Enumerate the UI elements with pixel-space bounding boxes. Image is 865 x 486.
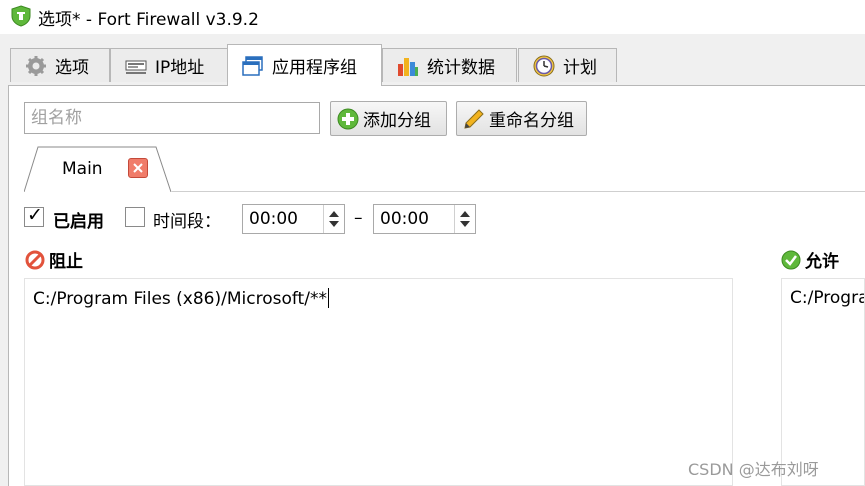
main-tab-bar: 选项 IP地址 应用程序组 统计数据 计划 [0,34,865,86]
rename-group-label: 重命名分组 [489,111,574,131]
tab-ip-address[interactable]: IP地址 [110,48,228,82]
tab-options[interactable]: 选项 [10,48,110,82]
allow-apps-editor[interactable]: C:/Program Files (x86)/Microsoft/** [781,278,865,486]
group-tab-divider [172,191,865,192]
tab-statistics[interactable]: 统计数据 [382,48,517,82]
text-caret [327,288,329,308]
enabled-label: 已启用 [53,212,104,232]
block-icon [25,250,45,269]
pencil-icon [464,108,484,129]
tab-ip-address-label: IP地址 [155,58,205,78]
tab-statistics-label: 统计数据 [427,58,495,78]
group-tab-label: Main [62,159,103,179]
check-mark-icon: ✓ [27,204,43,226]
ip-address-icon [125,60,147,74]
time-to-spinbox[interactable]: 00:00 [373,204,476,234]
close-icon [133,163,143,173]
period-checkbox[interactable] [125,207,145,227]
arrow-down-icon [329,221,339,227]
group-tab-main[interactable]: Main [24,146,172,192]
allow-label: 允许 [805,252,839,272]
time-to-stepper[interactable] [454,205,475,233]
arrow-down-icon [460,221,470,227]
add-group-label: 添加分组 [363,111,431,131]
tab-schedule[interactable]: 计划 [518,48,617,82]
time-from-value: 00:00 [249,209,298,229]
gear-icon [26,55,46,76]
watermark: CSDN @达布刘呀 [688,460,819,479]
add-group-button[interactable]: 添加分组 [330,101,447,136]
block-label: 阻止 [49,252,83,272]
allow-section-label: 允许 [781,247,839,272]
check-circle-icon [781,250,801,269]
arrow-up-icon [329,211,339,217]
window-title: 选项* - Fort Firewall v3.9.2 [38,10,259,30]
group-name-input[interactable] [24,102,320,134]
rename-group-button[interactable]: 重命名分组 [456,101,587,136]
tab-options-label: 选项 [55,58,89,78]
plus-circle-icon [337,108,359,129]
fort-shield-icon [11,5,31,27]
bar-chart-icon [398,57,418,76]
allow-apps-text: C:/Program Files (x86)/Microsoft/** [790,288,864,308]
arrow-up-icon [460,211,470,217]
title-bar: 选项* - Fort Firewall v3.9.2 [0,0,865,34]
time-separator: – [354,208,363,228]
period-label: 时间段： [153,212,221,232]
windows-icon [242,55,263,76]
tab-app-groups-label: 应用程序组 [272,58,357,78]
time-from-stepper[interactable] [323,205,344,233]
block-apps-text: C:/Program Files (x86)/Microsoft/** [33,288,329,309]
block-apps-editor[interactable]: C:/Program Files (x86)/Microsoft/** [24,278,733,486]
enabled-checkbox[interactable]: ✓ [24,204,44,227]
tab-schedule-label: 计划 [563,58,597,78]
clock-icon [533,55,555,76]
time-to-value: 00:00 [380,209,429,229]
close-tab-button[interactable] [128,158,148,178]
block-section-label: 阻止 [25,247,83,272]
time-from-spinbox[interactable]: 00:00 [242,204,345,234]
tab-app-groups[interactable]: 应用程序组 [227,44,382,86]
